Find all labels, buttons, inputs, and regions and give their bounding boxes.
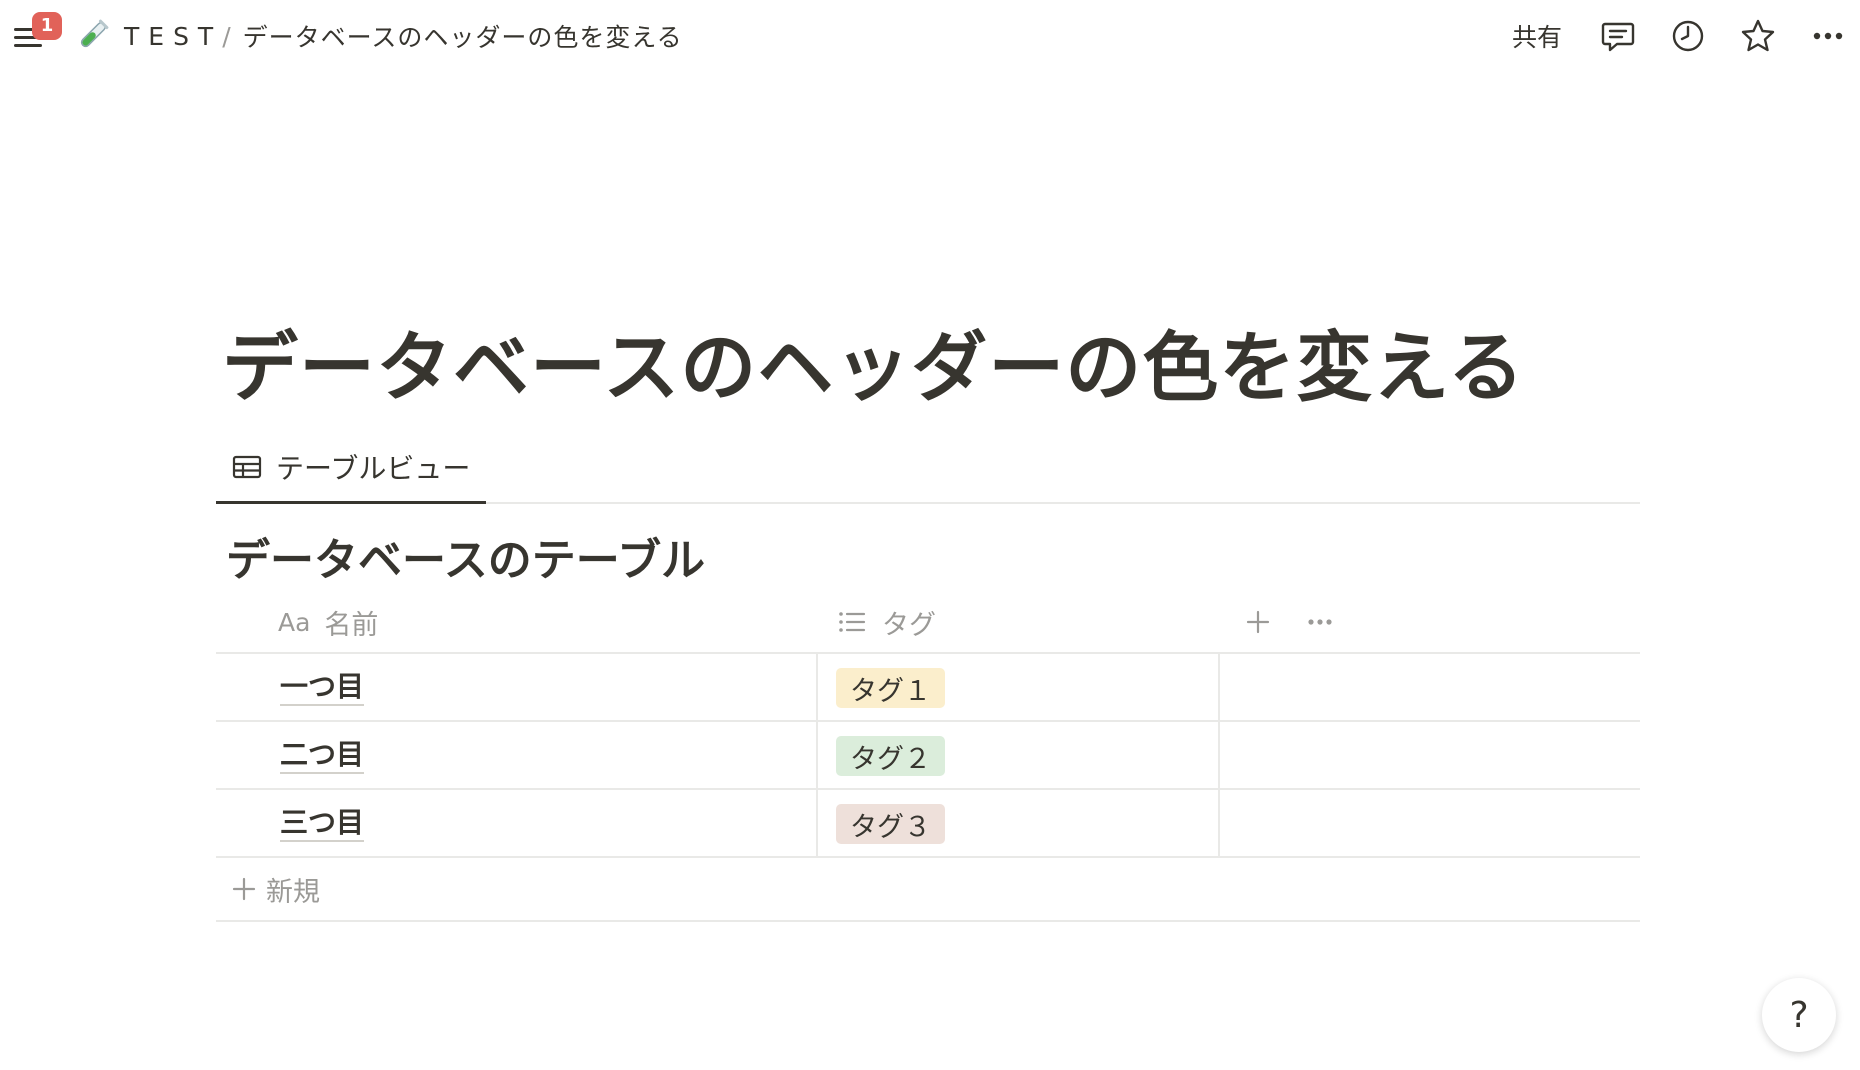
empty-cell [1220,654,1640,722]
breadcrumb: TEST / データベースのヘッダーの色を変える [124,18,683,54]
help-button[interactable]: ? [1762,978,1836,1052]
more-options-button[interactable] [1806,14,1850,58]
share-button[interactable]: 共有 [1512,18,1562,54]
name-cell[interactable]: 三つ目 [216,790,818,858]
table-options-button[interactable] [1298,590,1342,654]
table-icon [232,455,262,478]
clock-icon [1672,20,1704,52]
notification-badge: 1 [32,12,62,40]
column-header-name[interactable]: Aa 名前 [278,590,378,654]
breadcrumb-current-page[interactable]: データベースのヘッダーの色を変える [243,18,683,54]
plus-icon [232,877,256,901]
column-header-tag[interactable]: タグ [836,590,936,654]
tag-pill: タグ３ [836,804,945,844]
top-actions: 共有 [1512,14,1860,58]
text-property-icon: Aa [278,607,311,637]
tag-pill: タグ１ [836,668,945,708]
breadcrumb-separator: / [222,21,231,51]
row-title[interactable]: 一つ目 [280,670,365,706]
tag-cell[interactable]: タグ２ [818,722,1220,790]
name-cell[interactable]: 二つ目 [216,722,818,790]
new-row-button[interactable]: 新規 [216,858,1640,922]
database-table: Aa 名前 タグ 一つ目 タグ１ 二つ目 タグ２ 三つ目 タグ３ 新規 [216,590,1640,922]
star-icon [1741,19,1775,52]
breadcrumb-root[interactable]: TEST [124,22,222,51]
add-property-button[interactable] [1236,590,1280,654]
empty-cell [1220,790,1640,858]
database-views-bar: テーブルビュー [216,432,1640,504]
row-title[interactable]: 二つ目 [280,738,365,774]
favorite-button[interactable] [1736,14,1780,58]
table-row[interactable]: 二つ目 タグ２ [216,722,1640,790]
comments-button[interactable] [1596,14,1640,58]
tag-cell[interactable]: タグ３ [818,790,1220,858]
top-bar: 1 TEST / データベースのヘッダーの色を変える 共有 [0,0,1860,72]
row-title[interactable]: 三つ目 [280,806,365,842]
tab-table-view[interactable]: テーブルビュー [216,432,486,504]
table-row[interactable]: 一つ目 タグ１ [216,654,1640,722]
name-cell[interactable]: 一つ目 [216,654,818,722]
empty-cell [1220,722,1640,790]
more-icon [1308,619,1332,625]
plus-icon [1246,610,1270,634]
tag-cell[interactable]: タグ１ [818,654,1220,722]
table-row[interactable]: 三つ目 タグ３ [216,790,1640,858]
page-title[interactable]: データベースのヘッダーの色を変える [222,306,1525,416]
column-header-label: タグ [882,609,936,641]
updates-button[interactable] [1666,14,1710,58]
multi-select-icon [839,612,866,632]
tag-pill: タグ２ [836,736,945,776]
table-header: Aa 名前 タグ [216,590,1640,654]
test-tube-emoji-icon [80,19,109,48]
tab-label: テーブルビュー [276,451,471,485]
new-row-label: 新規 [266,876,320,908]
column-header-label: 名前 [324,609,379,641]
more-icon [1813,32,1843,40]
database-title[interactable]: データベースのテーブル [226,524,705,588]
comment-icon [1601,22,1635,52]
